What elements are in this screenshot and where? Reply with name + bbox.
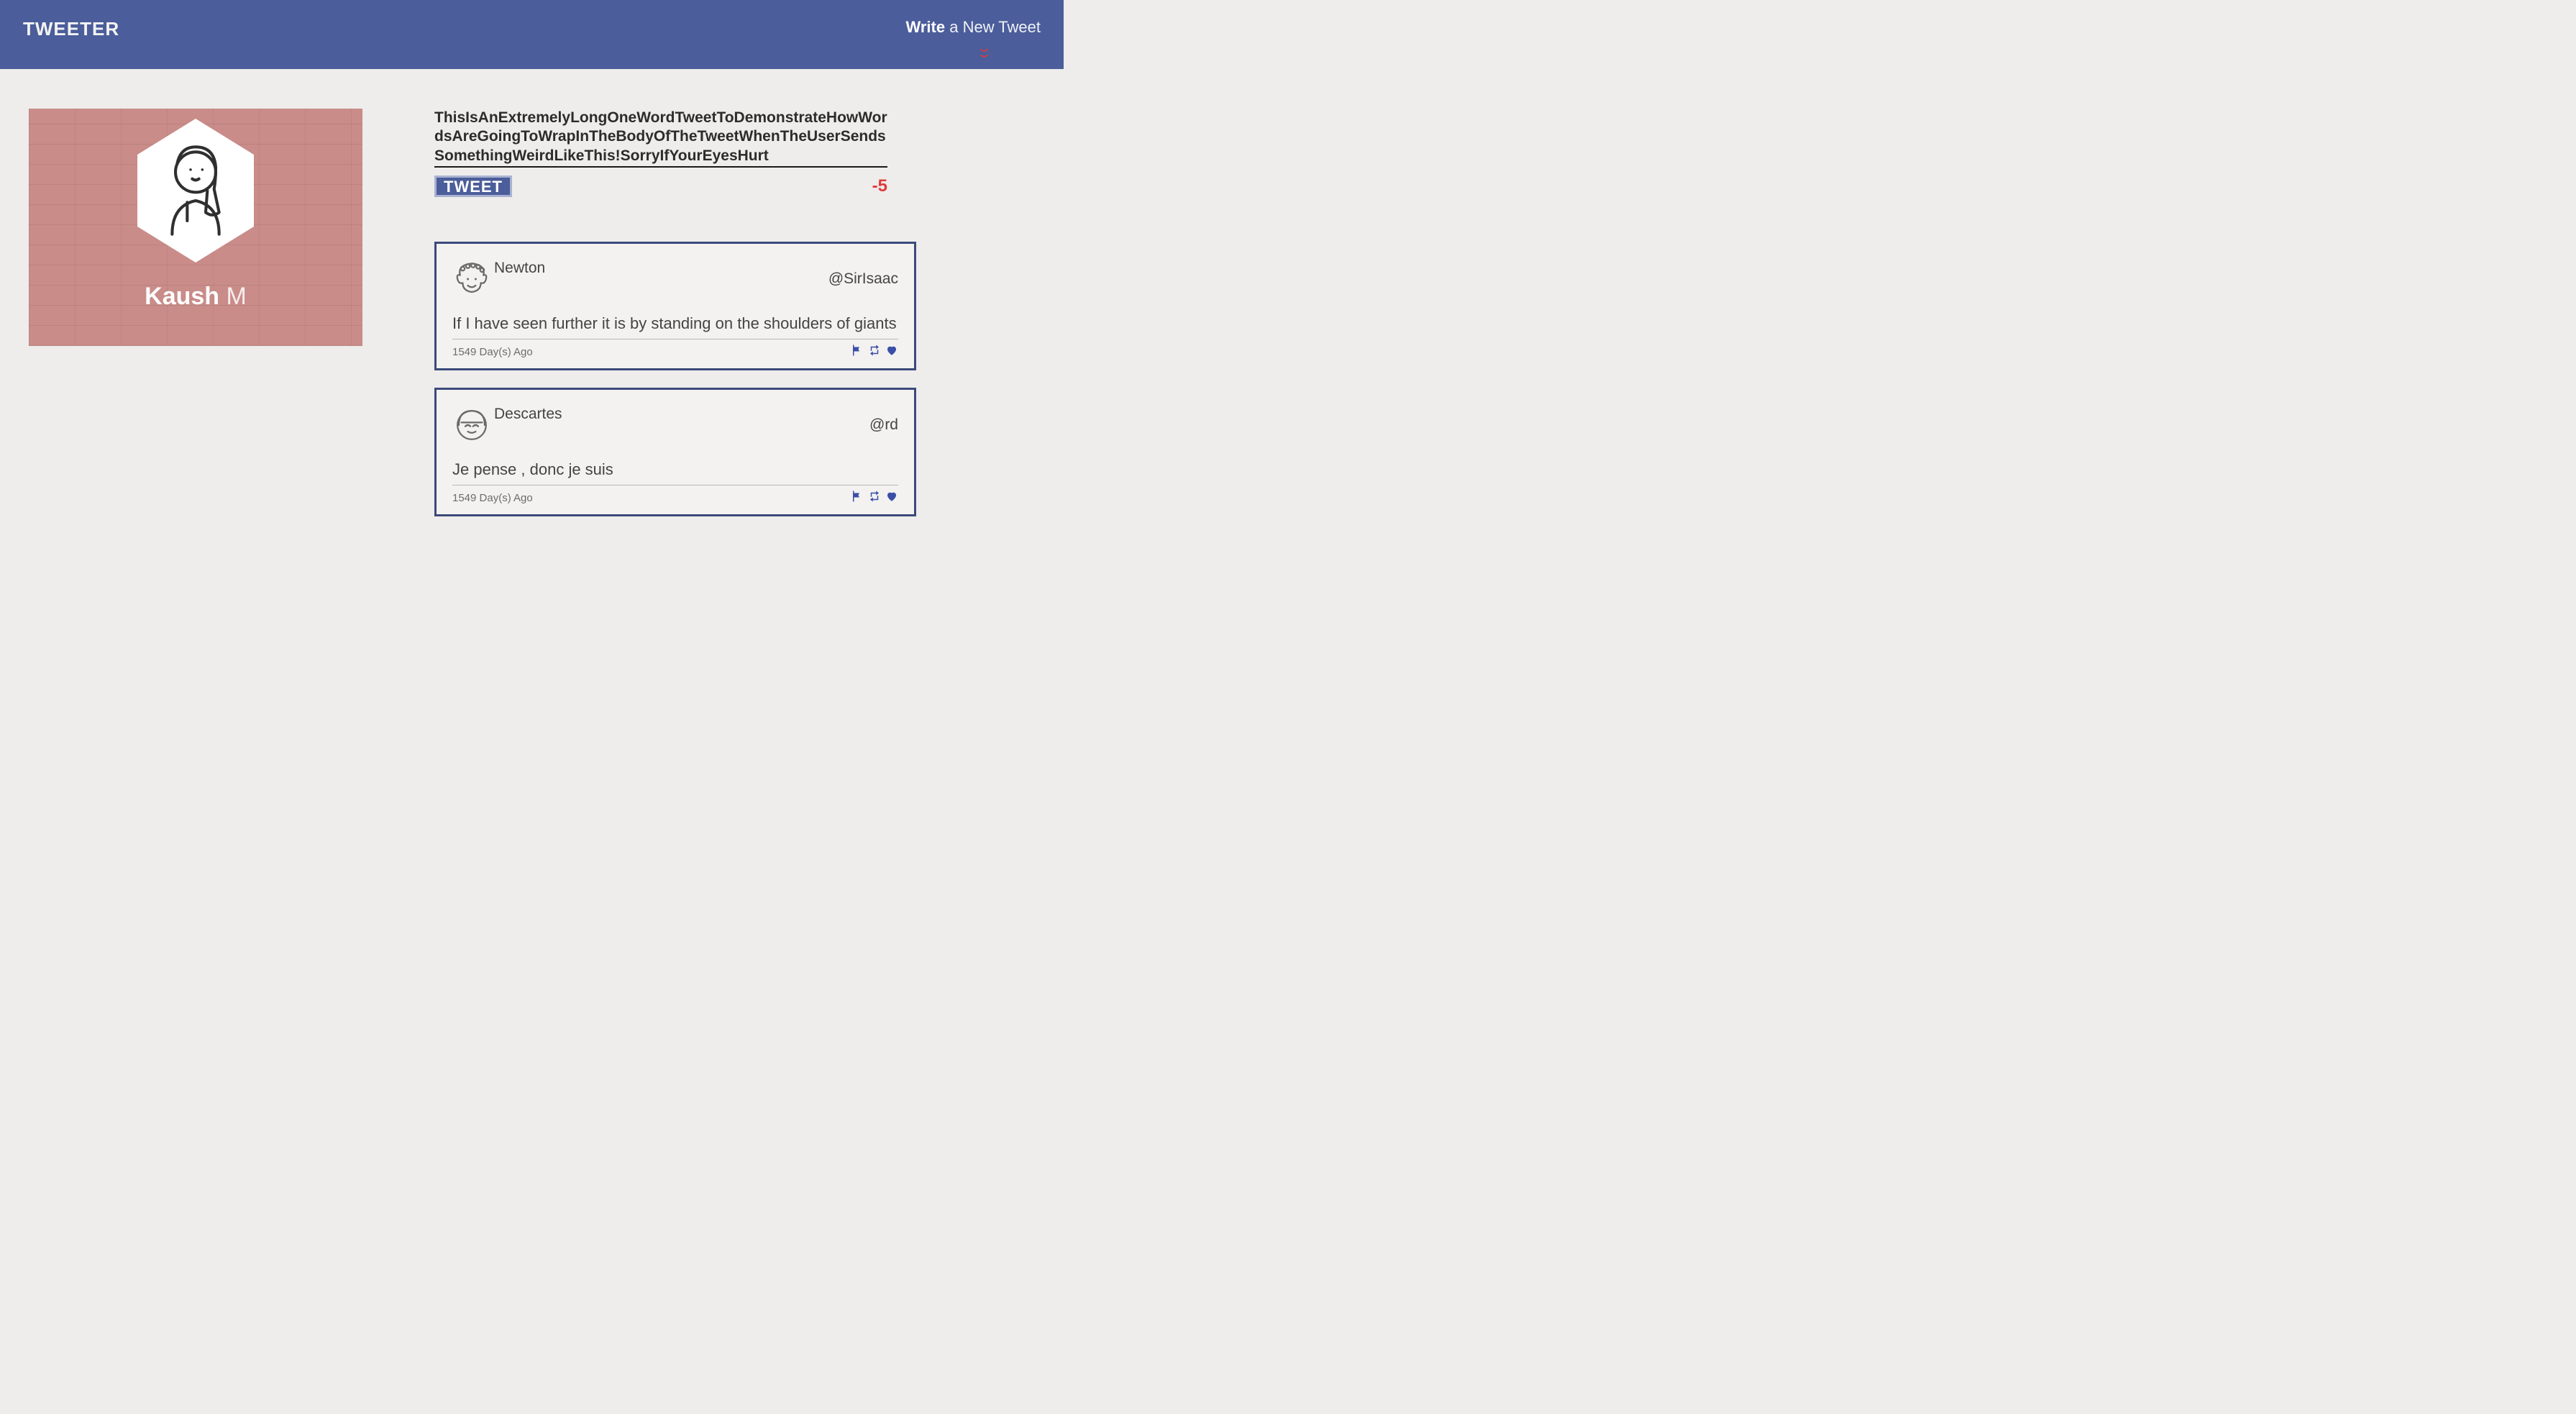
profile-card: Kaush M <box>29 109 362 346</box>
tweet-body: If I have seen further it is by standing… <box>452 314 898 339</box>
tweet-age: 1549 Day(s) Ago <box>452 492 533 504</box>
compose-footer: TWEET -5 <box>434 175 887 197</box>
tweet-footer: 1549 Day(s) Ago <box>452 488 898 506</box>
top-nav: TWEETER Write a New Tweet ⌄⌄ <box>0 0 1064 69</box>
compose-box: TWEET -5 <box>434 109 887 197</box>
tweet-card: Descartes @rd Je pense , donc je suis 15… <box>434 388 916 516</box>
compose-textarea[interactable] <box>434 109 887 168</box>
tweet-author-handle: @rd <box>869 416 898 434</box>
tweet-author-name: Descartes <box>494 406 562 423</box>
tweet-author-handle: @SirIsaac <box>828 270 898 288</box>
compose-toggle-chevron-icon[interactable]: ⌄⌄ <box>979 46 989 58</box>
tweet-feed: Newton @SirIsaac If I have seen further … <box>434 242 916 516</box>
heart-icon[interactable] <box>885 344 898 360</box>
page-body: Kaush M TWEET -5 <box>0 69 1064 560</box>
tweet-card: Newton @SirIsaac If I have seen further … <box>434 242 916 370</box>
flag-icon[interactable] <box>851 490 864 506</box>
tweet-footer: 1549 Day(s) Ago <box>452 342 898 360</box>
tweet-button[interactable]: TWEET <box>434 175 512 197</box>
tweet-actions <box>851 344 898 360</box>
retweet-icon[interactable] <box>868 490 881 506</box>
char-counter: -5 <box>872 176 887 196</box>
profile-avatar-icon <box>152 140 239 241</box>
profile-last-name: M <box>227 283 247 310</box>
compose-prompt[interactable]: Write a New Tweet <box>906 18 1041 37</box>
tweet-header: Newton @SirIsaac <box>452 260 898 298</box>
profile-name: Kaush M <box>145 283 247 311</box>
compose-prompt-rest: a New Tweet <box>945 18 1041 36</box>
retweet-icon[interactable] <box>868 344 881 360</box>
main-column: TWEET -5 <box>434 109 916 516</box>
tweet-actions <box>851 490 898 506</box>
profile-first-name: Kaush <box>145 283 219 310</box>
flag-icon[interactable] <box>851 344 864 360</box>
tweet-author: Newton <box>452 260 545 298</box>
tweet-body: Je pense , donc je suis <box>452 460 898 485</box>
author-avatar-icon <box>452 260 491 298</box>
heart-icon[interactable] <box>885 490 898 506</box>
tweet-age: 1549 Day(s) Ago <box>452 346 533 358</box>
tweet-author-name: Newton <box>494 260 545 277</box>
tweet-author: Descartes <box>452 406 562 444</box>
site-logo[interactable]: TWEETER <box>23 18 119 40</box>
tweet-header: Descartes @rd <box>452 406 898 444</box>
author-avatar-icon <box>452 406 491 444</box>
compose-prompt-strong: Write <box>906 18 946 36</box>
profile-avatar-frame <box>131 119 260 263</box>
